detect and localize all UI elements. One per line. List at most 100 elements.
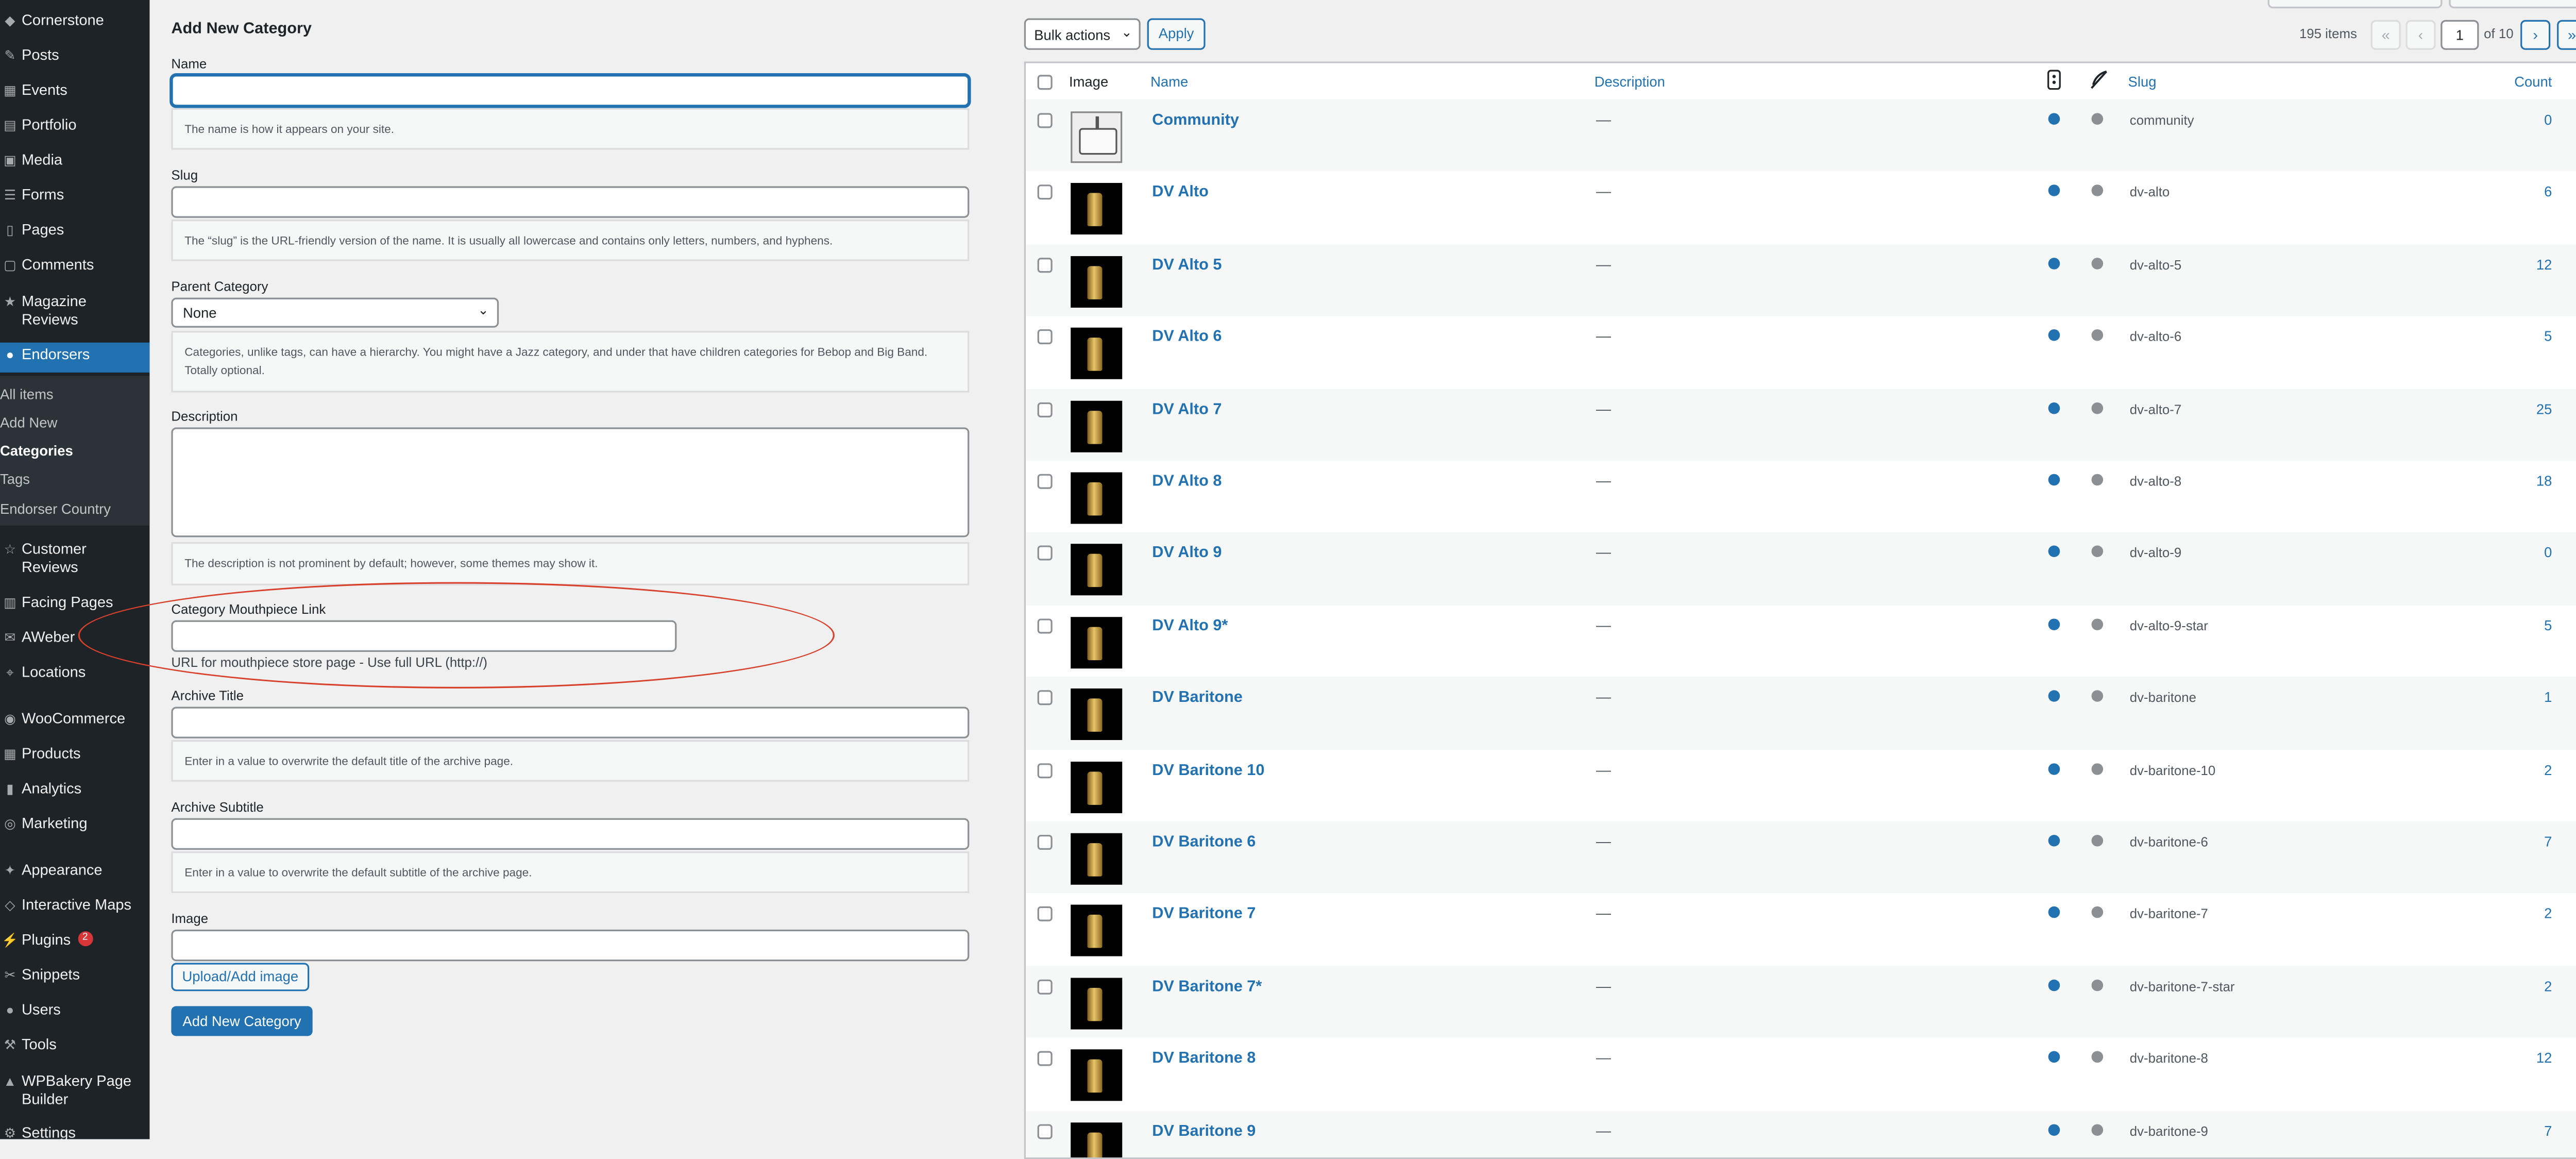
search-categories-button[interactable]: [2449, 0, 2576, 9]
column-description[interactable]: Description: [1595, 73, 1665, 90]
category-count-link[interactable]: 25: [2536, 400, 2552, 416]
sidebar-item-snippets[interactable]: ✂ Snippets: [0, 966, 149, 984]
category-count-link[interactable]: 5: [2544, 328, 2552, 344]
archive-title-input[interactable]: [171, 707, 970, 738]
row-checkbox[interactable]: [1037, 257, 1053, 273]
category-name-link[interactable]: Community: [1152, 111, 1239, 129]
row-checkbox[interactable]: [1037, 834, 1053, 850]
next-page-button[interactable]: ›: [2520, 20, 2551, 50]
apply-button[interactable]: Apply: [1147, 18, 1206, 50]
category-name-link[interactable]: DV Baritone 9: [1152, 1122, 1256, 1140]
sidebar-item-events[interactable]: ▦ Events: [0, 81, 149, 99]
sidebar-item-interactive-maps[interactable]: ◇ Interactive Maps: [0, 896, 149, 914]
category-count-link[interactable]: 0: [2544, 544, 2552, 561]
category-count-link[interactable]: 18: [2536, 472, 2552, 489]
sidebar-item-comments[interactable]: ▢ Comments: [0, 256, 149, 274]
select-all-checkbox[interactable]: [1037, 75, 1053, 90]
sidebar-item-plugins[interactable]: ⚡ Plugins 2: [0, 931, 149, 949]
row-checkbox[interactable]: [1037, 618, 1053, 633]
category-name-link[interactable]: DV Baritone 7*: [1152, 978, 1262, 996]
column-name[interactable]: Name: [1150, 73, 1188, 90]
current-page-input[interactable]: 1: [2441, 20, 2479, 50]
sidebar-item-marketing[interactable]: ◎ Marketing: [0, 815, 149, 833]
category-count-link[interactable]: 7: [2544, 833, 2552, 850]
sidebar-item-portfolio[interactable]: ▤ Portfolio: [0, 116, 149, 135]
category-count-link[interactable]: 12: [2536, 256, 2552, 272]
sidebar-item-cornerstone[interactable]: ◆ Cornerstone: [0, 12, 149, 30]
bulk-actions-select[interactable]: Bulk actions ⌄: [1024, 18, 1141, 50]
archive-subtitle-input[interactable]: [171, 818, 970, 850]
column-count[interactable]: Count: [2514, 73, 2552, 90]
upload-image-button[interactable]: Upload/Add image: [171, 963, 310, 992]
parent-category-select[interactable]: None ⌄: [171, 297, 499, 328]
submenu-item-add-new[interactable]: Add New: [0, 414, 57, 431]
sidebar-item-settings[interactable]: ⚙ Settings: [0, 1124, 149, 1139]
sidebar-item-wpbakery-page-builder[interactable]: ▲ WPBakery Page Builder: [0, 1072, 149, 1109]
row-checkbox[interactable]: [1037, 979, 1053, 995]
slug-input[interactable]: [171, 186, 970, 218]
category-count-link[interactable]: 1: [2544, 689, 2552, 706]
submenu-item-all-items[interactable]: All items: [0, 386, 54, 402]
mouthpiece-link-input[interactable]: [171, 620, 677, 652]
row-checkbox[interactable]: [1037, 1123, 1053, 1139]
row-checkbox[interactable]: [1037, 401, 1053, 417]
sidebar-item-customer-reviews[interactable]: ☆ Customer Reviews: [0, 541, 149, 577]
category-name-link[interactable]: DV Baritone 6: [1152, 833, 1256, 851]
row-checkbox[interactable]: [1037, 546, 1053, 561]
submenu-item-endorser-country[interactable]: Endorser Country: [0, 500, 111, 517]
add-new-category-button[interactable]: Add New Category: [171, 1006, 313, 1036]
category-name-link[interactable]: DV Baritone: [1152, 689, 1242, 707]
category-count-link[interactable]: 0: [2544, 111, 2552, 128]
column-slug[interactable]: Slug: [2128, 73, 2157, 90]
category-name-link[interactable]: DV Alto 9*: [1152, 617, 1228, 635]
row-checkbox[interactable]: [1037, 690, 1053, 706]
submenu-item-categories[interactable]: Categories: [0, 442, 73, 459]
category-name-link[interactable]: DV Alto 5: [1152, 256, 1222, 274]
sidebar-item-magazine-reviews[interactable]: ★ Magazine Reviews: [0, 293, 149, 329]
category-name-link[interactable]: DV Alto 6: [1152, 328, 1222, 346]
sidebar-item-locations[interactable]: ⌖ Locations: [0, 664, 149, 682]
category-count-link[interactable]: 7: [2544, 1122, 2552, 1138]
sidebar-item-endorsers[interactable]: ● Endorsers: [0, 342, 150, 373]
sidebar-item-media[interactable]: ▣ Media: [0, 152, 149, 170]
category-count-link[interactable]: 2: [2544, 761, 2552, 778]
sidebar-item-forms[interactable]: ☰ Forms: [0, 186, 149, 204]
description-textarea[interactable]: [171, 427, 970, 537]
sidebar-item-facing-pages[interactable]: ▥ Facing Pages: [0, 594, 149, 612]
category-count-link[interactable]: 6: [2544, 183, 2552, 200]
row-checkbox[interactable]: [1037, 185, 1053, 200]
category-count-link[interactable]: 12: [2536, 1050, 2552, 1066]
category-name-link[interactable]: DV Baritone 7: [1152, 905, 1256, 923]
sidebar-item-products[interactable]: ▦ Products: [0, 745, 149, 763]
image-url-input[interactable]: [171, 929, 970, 962]
search-input[interactable]: [2267, 0, 2443, 9]
category-name-link[interactable]: DV Alto 7: [1152, 400, 1222, 418]
category-name-link[interactable]: DV Alto 8: [1152, 472, 1222, 490]
sidebar-item-posts[interactable]: ✎ Posts: [0, 46, 149, 64]
sidebar-item-analytics[interactable]: ▮ Analytics: [0, 780, 149, 798]
name-input[interactable]: [171, 75, 970, 107]
category-count-link[interactable]: 5: [2544, 617, 2552, 633]
sidebar-item-users[interactable]: ● Users: [0, 1001, 149, 1019]
last-page-button[interactable]: »: [2557, 20, 2576, 50]
sidebar-item-appearance[interactable]: ✦ Appearance: [0, 862, 149, 880]
sidebar-item-tools[interactable]: ⚒ Tools: [0, 1036, 149, 1054]
row-checkbox[interactable]: [1037, 906, 1053, 922]
row-checkbox[interactable]: [1037, 474, 1053, 489]
category-count-link[interactable]: 2: [2544, 905, 2552, 922]
category-name-link[interactable]: DV Baritone 8: [1152, 1050, 1256, 1068]
previous-page-button[interactable]: ‹: [2405, 20, 2436, 50]
row-checkbox[interactable]: [1037, 762, 1053, 778]
category-name-link[interactable]: DV Baritone 10: [1152, 761, 1264, 779]
row-checkbox[interactable]: [1037, 1051, 1053, 1067]
row-checkbox[interactable]: [1037, 113, 1053, 128]
category-name-link[interactable]: DV Alto: [1152, 183, 1209, 201]
row-checkbox[interactable]: [1037, 329, 1053, 345]
submenu-item-tags[interactable]: Tags: [0, 471, 30, 487]
category-count-link[interactable]: 2: [2544, 978, 2552, 994]
sidebar-item-woocommerce[interactable]: ◉ WooCommerce: [0, 710, 149, 728]
category-name-link[interactable]: DV Alto 9: [1152, 544, 1222, 562]
first-page-button[interactable]: «: [2370, 20, 2401, 50]
sidebar-item-pages[interactable]: ▯ Pages: [0, 221, 149, 239]
sidebar-item-aweber[interactable]: ✉ AWeber: [0, 629, 149, 647]
